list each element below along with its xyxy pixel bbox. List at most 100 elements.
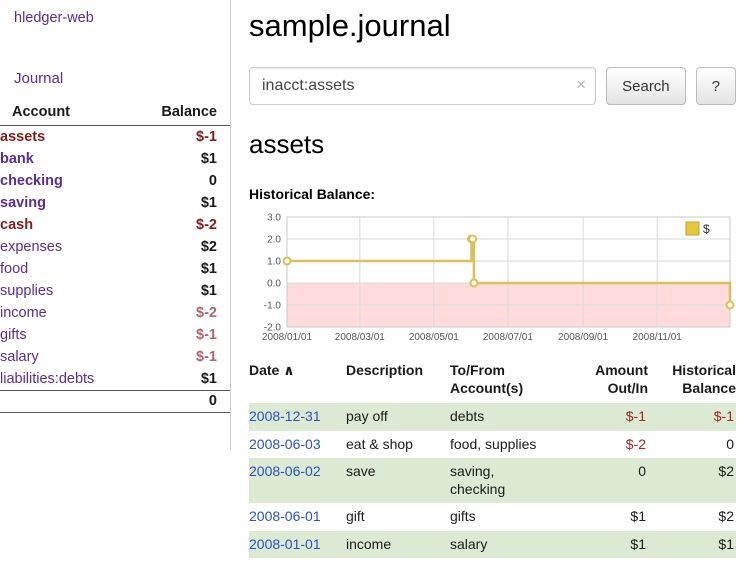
account-row: cash $-2 <box>0 214 230 236</box>
register-amount: $-1 <box>572 403 648 431</box>
data-point-marker <box>470 280 477 287</box>
accounts-col-balance: Balance <box>133 104 230 126</box>
register-col-balance: Historical Balance <box>648 359 736 403</box>
sidebar-account-link[interactable]: income <box>0 305 47 321</box>
register-row: 2008-06-01giftgifts$1$2 <box>249 503 736 531</box>
account-row: saving $1 <box>0 192 230 214</box>
account-balance: $-2 <box>133 214 230 236</box>
register-date-link[interactable]: 2008-06-01 <box>249 508 321 524</box>
register-accounts: salary <box>450 531 572 559</box>
data-point-marker <box>469 236 476 243</box>
register-amount: $1 <box>572 503 648 531</box>
register-amount: $-2 <box>572 431 648 459</box>
search-field-wrapper: × <box>249 67 596 105</box>
register-balance: $2 <box>648 458 736 503</box>
register-row: 2008-01-01incomesalary$1$1 <box>249 531 736 559</box>
account-row: expenses $2 <box>0 236 230 258</box>
register-description: pay off <box>346 403 450 431</box>
register-amount: $1 <box>572 531 648 559</box>
search-bar: × Search ? <box>249 67 736 105</box>
search-button[interactable]: Search <box>606 67 686 105</box>
register-table: Date ∧ Description To/From Account(s) Am… <box>249 359 736 558</box>
legend-swatch <box>686 222 699 235</box>
app-brand-link[interactable]: hledger-web <box>0 10 230 26</box>
register-col-date[interactable]: Date <box>249 362 279 378</box>
x-tick-label: 2008/09/01 <box>558 332 608 343</box>
legend-label: $ <box>703 222 710 236</box>
account-balance: $-1 <box>133 324 230 346</box>
account-balance: $1 <box>133 148 230 170</box>
account-row: checking 0 <box>0 170 230 192</box>
account-balance: $-1 <box>133 126 230 149</box>
sidebar-account-link[interactable]: supplies <box>0 283 53 299</box>
account-balance: $1 <box>133 280 230 302</box>
register-accounts: saving, checking <box>450 458 572 503</box>
account-balance: $-2 <box>133 302 230 324</box>
register-date-link[interactable]: 2008-06-03 <box>249 436 321 452</box>
y-tick-label: 3.0 <box>267 213 281 224</box>
historical-balance-chart: 3.02.01.00.0-1.0-2.02008/01/012008/03/01… <box>249 207 738 349</box>
data-point-marker <box>284 258 291 265</box>
main-content: sample.journal × Search ? assets Histori… <box>232 0 742 558</box>
register-description: eat & shop <box>346 431 450 459</box>
account-heading: assets <box>249 129 736 160</box>
register-date-link[interactable]: 2008-01-01 <box>249 536 321 552</box>
accounts-total-row: 0 <box>0 391 230 413</box>
x-tick-label: 2008/05/01 <box>409 332 459 343</box>
account-row: liabilities:debts $1 <box>0 368 230 391</box>
y-tick-label: 2.0 <box>267 235 281 246</box>
account-row: gifts $-1 <box>0 324 230 346</box>
sidebar-account-link[interactable]: expenses <box>0 239 62 255</box>
search-input[interactable] <box>249 67 596 105</box>
x-tick-label: 2008/11/01 <box>633 332 683 343</box>
help-button[interactable]: ? <box>696 67 736 105</box>
sidebar-account-link[interactable]: assets <box>0 129 45 145</box>
register-balance: $2 <box>648 503 736 531</box>
account-balance: $2 <box>133 236 230 258</box>
y-tick-label: 0.0 <box>267 279 281 290</box>
y-tick-label: -1.0 <box>264 301 282 312</box>
register-date-link[interactable]: 2008-06-02 <box>249 463 321 479</box>
register-accounts: debts <box>450 403 572 431</box>
sidebar-account-link[interactable]: salary <box>0 349 39 365</box>
register-row: 2008-12-31pay offdebts$-1$-1 <box>249 403 736 431</box>
sidebar-item-journal[interactable]: Journal <box>0 70 230 87</box>
sort-ascending-icon[interactable]: ∧ <box>283 362 294 378</box>
account-row: supplies $1 <box>0 280 230 302</box>
sidebar-account-link[interactable]: saving <box>0 195 46 211</box>
sidebar-account-link[interactable]: cash <box>0 217 33 233</box>
data-point-marker <box>727 302 734 309</box>
y-tick-label: 1.0 <box>267 257 281 268</box>
sidebar-account-link[interactable]: checking <box>0 173 63 189</box>
register-description: gift <box>346 503 450 531</box>
register-col-accounts: To/From Account(s) <box>450 359 572 403</box>
register-header-row: Date ∧ Description To/From Account(s) Am… <box>249 359 736 403</box>
register-description: income <box>346 531 450 559</box>
accounts-header-row: Account Balance <box>0 104 230 126</box>
chart-title: Historical Balance: <box>249 186 736 202</box>
accounts-total-balance: 0 <box>133 391 230 413</box>
account-balance: $1 <box>133 368 230 391</box>
accounts-col-account: Account <box>0 104 133 126</box>
sidebar-account-link[interactable]: gifts <box>0 327 27 343</box>
register-col-description: Description <box>346 359 450 403</box>
account-balance: $1 <box>133 192 230 214</box>
x-tick-label: 2008/01/01 <box>262 332 312 343</box>
account-balance: 0 <box>133 170 230 192</box>
x-tick-label: 2008/07/01 <box>483 332 533 343</box>
accounts-table: Account Balance assets $-1 bank $1 checking 0… <box>0 104 230 413</box>
register-balance: 0 <box>648 431 736 459</box>
account-row: bank $1 <box>0 148 230 170</box>
sidebar-account-link[interactable]: liabilities:debts <box>0 371 94 387</box>
sidebar-account-link[interactable]: bank <box>0 151 34 167</box>
register-balance: $1 <box>648 531 736 559</box>
register-date-link[interactable]: 2008-12-31 <box>249 408 321 424</box>
register-description: save <box>346 458 450 503</box>
register-balance: $-1 <box>648 403 736 431</box>
sidebar-account-link[interactable]: food <box>0 261 28 277</box>
account-row: salary$-1 <box>0 346 230 368</box>
clear-search-icon[interactable]: × <box>576 75 586 95</box>
register-row: 2008-06-02 savesaving, checking0$2 <box>249 458 736 503</box>
register-amount: 0 <box>572 458 648 503</box>
register-row: 2008-06-03eat & shopfood, supplies$-20 <box>249 431 736 459</box>
